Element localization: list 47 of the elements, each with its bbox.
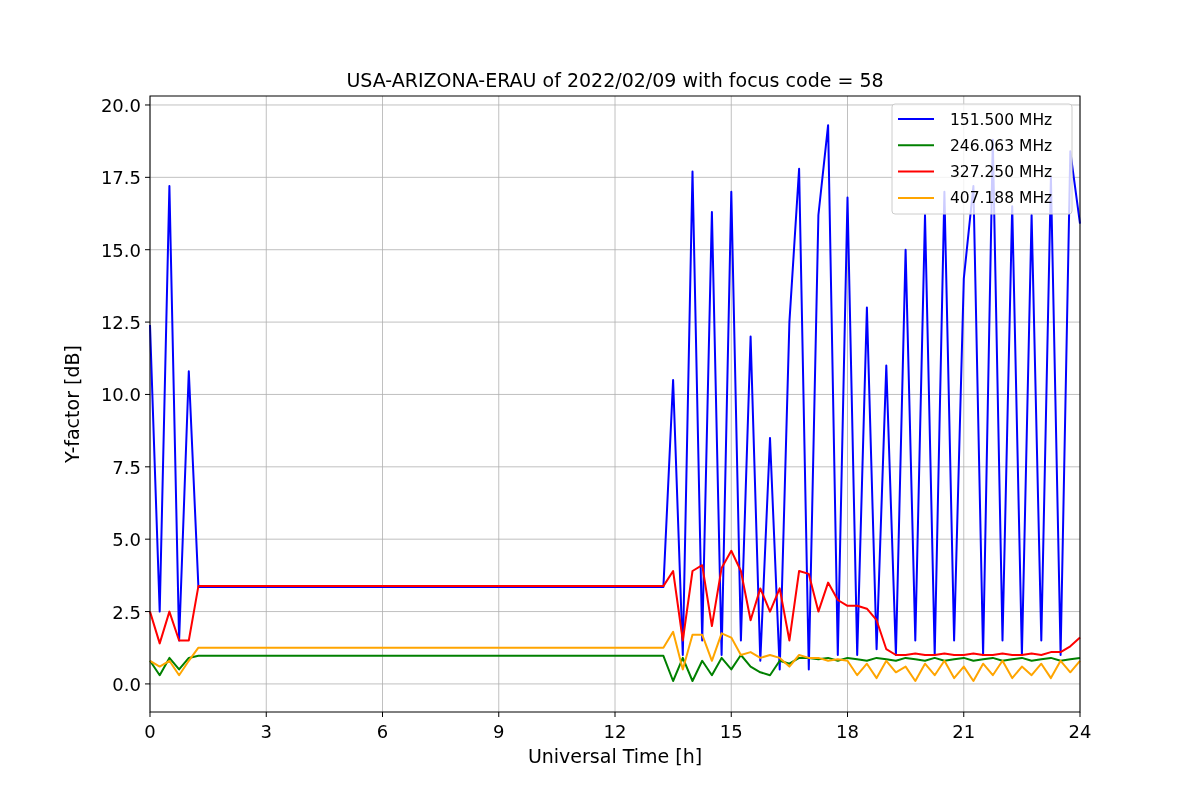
y-tick-label: 7.5 xyxy=(112,456,141,478)
x-tick-label: 18 xyxy=(836,721,859,742)
x-tick-label: 6 xyxy=(376,721,389,742)
x-tick-label: 3 xyxy=(260,721,272,742)
tick-mark xyxy=(144,321,151,323)
tick-mark xyxy=(614,711,616,718)
x-tick-label: 24 xyxy=(1068,721,1092,742)
y-tick-label: 2.5 xyxy=(112,601,141,623)
y-tick-label: 20.0 xyxy=(100,94,141,116)
legend-label: 327.250 MHz xyxy=(950,163,1053,182)
tick-mark xyxy=(498,711,500,718)
tick-mark xyxy=(144,393,151,395)
x-tick-label: 0 xyxy=(144,721,156,742)
tick-mark xyxy=(730,711,732,718)
x-axis-label: Universal Time [h] xyxy=(527,745,703,767)
x-tick-label: 15 xyxy=(719,721,743,742)
y-tick-label: 5.0 xyxy=(112,529,141,551)
tick-mark xyxy=(1079,711,1081,718)
tick-mark xyxy=(144,466,151,468)
tick-mark xyxy=(144,683,151,685)
x-tick-label: 21 xyxy=(952,721,976,742)
y-tick-label: 0.0 xyxy=(112,673,141,695)
tick-mark xyxy=(144,611,151,613)
y-tick-label: 10.0 xyxy=(100,384,141,406)
tick-mark xyxy=(149,711,151,718)
tick-mark xyxy=(265,711,267,718)
legend-line xyxy=(897,118,935,120)
y-tick-label: 17.5 xyxy=(100,167,141,189)
y-tick-label: 12.5 xyxy=(100,312,141,334)
tick-mark xyxy=(144,249,151,251)
tick-mark xyxy=(144,538,151,540)
legend-line xyxy=(897,170,935,173)
legend-label: 407.188 MHz xyxy=(950,189,1053,208)
tick-mark xyxy=(963,711,965,718)
legend-label: 151.500 MHz xyxy=(950,110,1053,129)
y-axis-label: Y-factor [dB] xyxy=(61,345,83,463)
legend-line xyxy=(897,144,935,147)
tick-mark xyxy=(144,176,151,178)
y-tick-label: 15.0 xyxy=(100,239,141,261)
x-tick-label: 9 xyxy=(493,721,505,742)
tick-mark xyxy=(144,104,151,106)
x-tick-label: 12 xyxy=(603,721,627,742)
legend-label: 246.063 MHz xyxy=(950,136,1053,155)
tick-mark xyxy=(382,711,383,718)
chart-title: USA-ARIZONA-ERAU of 2022/02/09 with focus code = 58 xyxy=(346,69,884,91)
legend-line xyxy=(897,196,935,199)
tick-mark xyxy=(847,711,848,718)
